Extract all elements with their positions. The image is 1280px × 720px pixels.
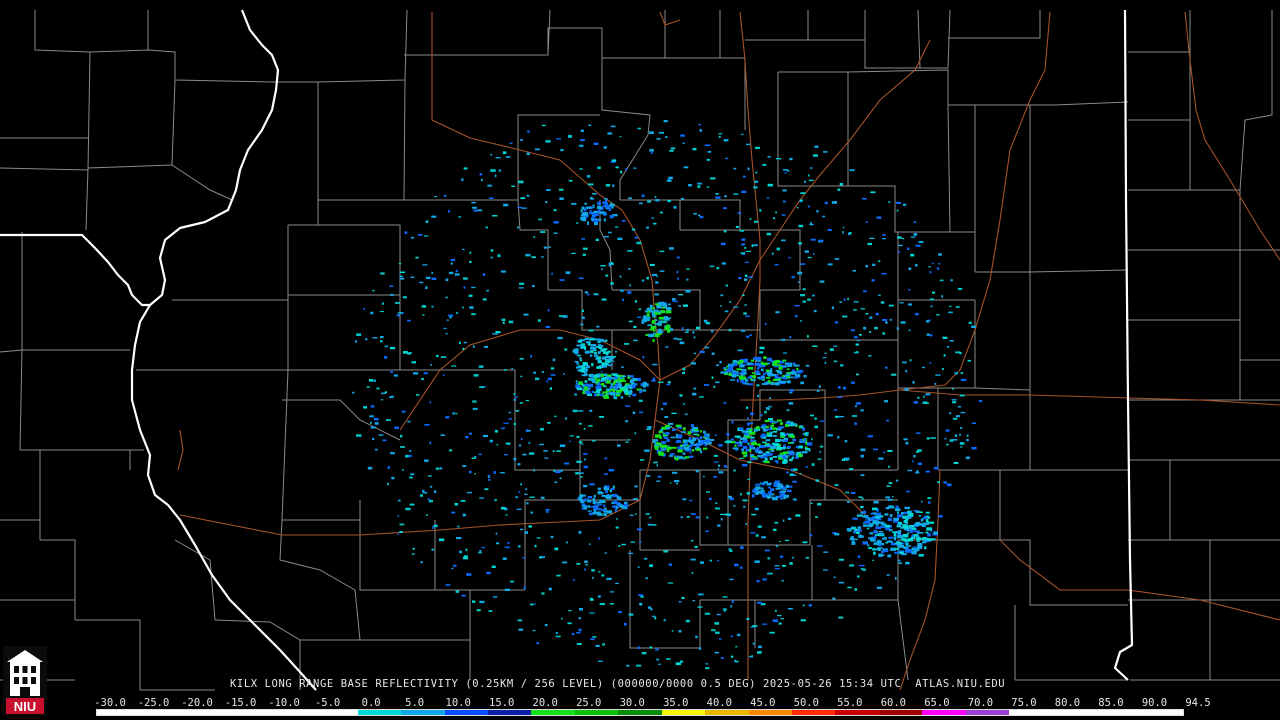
niu-logo: NIU xyxy=(3,646,47,716)
scale-swatch xyxy=(183,710,228,715)
scale-swatch xyxy=(618,710,662,715)
scale-label: 75.0 xyxy=(1011,697,1037,709)
scale-label: 20.0 xyxy=(532,697,558,709)
scale-label: 70.0 xyxy=(967,697,994,709)
scale-label: 85.0 xyxy=(1098,697,1124,709)
scale-label: 80.0 xyxy=(1054,697,1081,709)
scale-swatch xyxy=(401,710,445,715)
scale-label: 10.0 xyxy=(445,697,471,709)
scale-swatch xyxy=(922,710,966,715)
scale-label: -30.0 xyxy=(94,697,126,709)
scale-label: 45.0 xyxy=(750,697,776,709)
scale-swatch xyxy=(1096,710,1140,715)
scale-label: -25.0 xyxy=(137,697,170,709)
scale-swatch xyxy=(487,710,532,715)
scale-label: 25.0 xyxy=(576,697,602,709)
scale-swatch xyxy=(748,710,792,715)
product-caption: KILX LONG RANGE BASE REFLECTIVITY (0.25K… xyxy=(230,678,1006,690)
scale-swatch xyxy=(444,710,488,715)
scale-label: 40.0 xyxy=(706,697,732,709)
scale-label: 0.0 xyxy=(361,697,381,709)
scale-swatch xyxy=(314,710,358,715)
radar-map xyxy=(0,9,1280,691)
scale-swatch xyxy=(878,710,923,715)
scale-swatch xyxy=(357,710,402,715)
scale-label: 30.0 xyxy=(619,697,645,709)
reflectivity-echoes xyxy=(352,120,983,670)
scale-swatch xyxy=(270,710,315,715)
scale-swatch xyxy=(835,710,879,715)
scale-swatch xyxy=(1009,710,1053,715)
logo-text: NIU xyxy=(14,699,36,714)
scale-label: 5.0 xyxy=(405,697,425,709)
color-scale-labels: -30.0 -25.0 -20.0 -15.0 -10.0 -5.0 0.0 5.0 10.0 1… xyxy=(94,697,1210,709)
scale-swatch xyxy=(140,710,184,715)
scale-label: 15.0 xyxy=(489,697,515,709)
scale-label: 94.5 xyxy=(1185,697,1211,709)
scale-label: 50.0 xyxy=(793,697,819,709)
scale-swatch xyxy=(97,710,141,715)
scale-label: -15.0 xyxy=(224,697,257,709)
scale-swatch xyxy=(965,710,1010,715)
scale-swatch xyxy=(531,710,575,715)
scale-label: -10.0 xyxy=(268,697,300,709)
scale-swatch xyxy=(1139,710,1183,715)
scale-label: -5.0 xyxy=(314,697,341,709)
scale-label: 55.0 xyxy=(837,697,863,709)
color-scale-bar xyxy=(96,709,1184,716)
scale-label: 60.0 xyxy=(880,697,907,709)
scale-swatch xyxy=(574,710,619,715)
scale-label: 90.0 xyxy=(1141,697,1168,709)
scale-swatch xyxy=(1052,710,1097,715)
county-lines xyxy=(0,9,1280,691)
highways xyxy=(177,11,1280,691)
scale-swatch xyxy=(227,710,271,715)
scale-swatch xyxy=(792,710,836,715)
scale-swatch xyxy=(705,710,749,715)
scale-label: 65.0 xyxy=(924,697,950,709)
scale-label: -20.0 xyxy=(181,697,213,709)
scale-label: 35.0 xyxy=(663,697,689,709)
scale-swatch xyxy=(661,710,706,715)
